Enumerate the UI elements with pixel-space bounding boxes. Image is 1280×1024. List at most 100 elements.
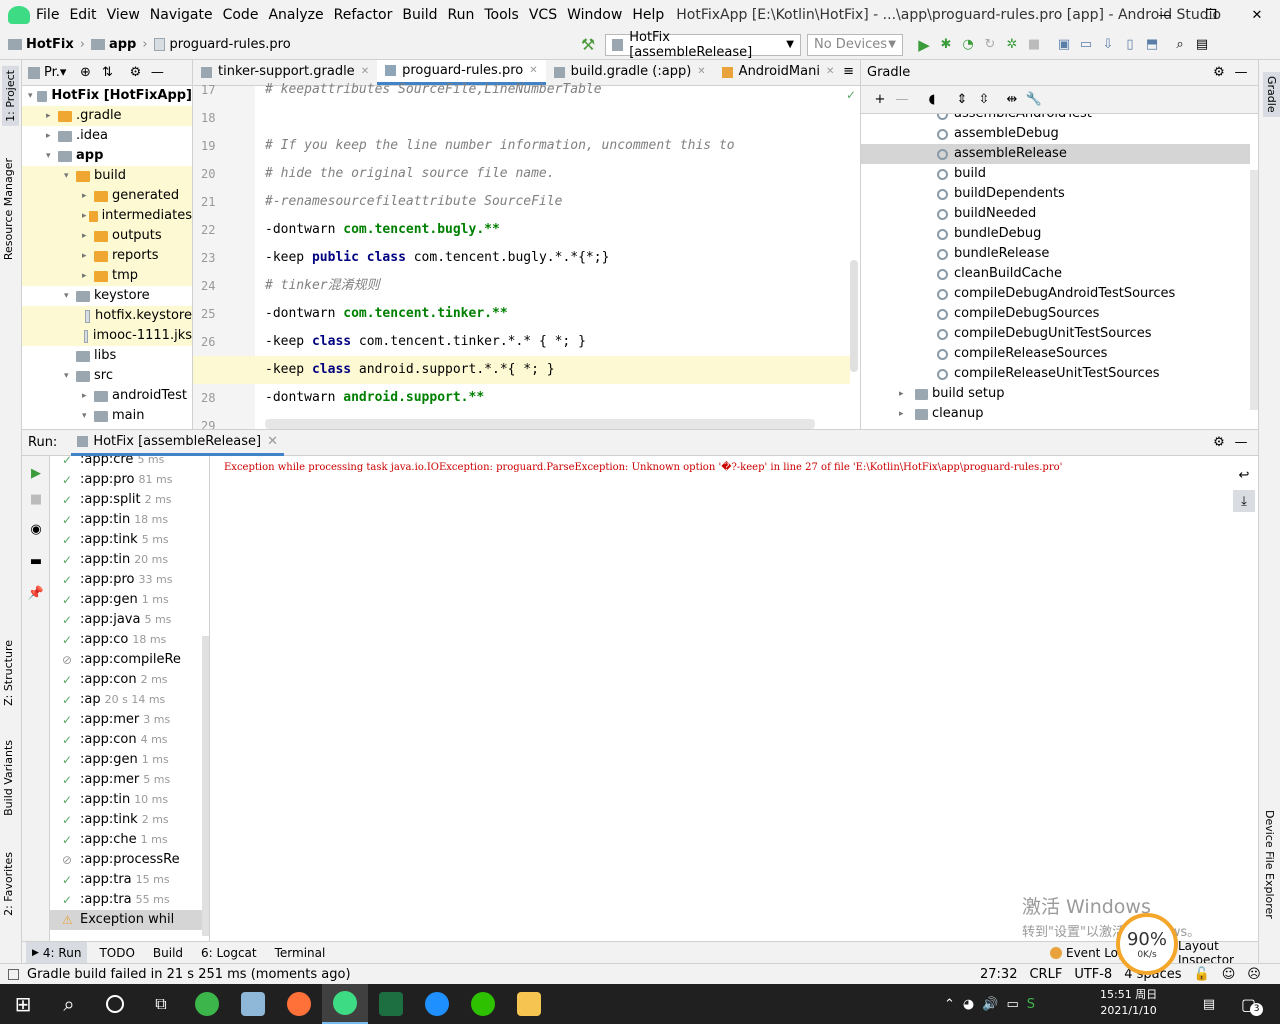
menu-build[interactable]: Build <box>402 7 437 23</box>
gradle-task[interactable]: build <box>861 164 1250 184</box>
hide-icon[interactable]: — <box>146 62 168 84</box>
minimize-button[interactable]: — <box>1142 0 1188 30</box>
gradle-task[interactable]: compileDebugSources <box>861 304 1250 324</box>
scroll-to-end-icon[interactable]: ⤓ <box>1233 490 1255 512</box>
maximize-button[interactable]: ❐ <box>1188 0 1234 30</box>
taskbar-app-android-studio[interactable] <box>322 984 368 1024</box>
build-task-row[interactable]: ✓:app:tin 18 ms <box>50 510 209 530</box>
chevron-up-icon[interactable]: ⌃ <box>944 997 955 1012</box>
chevron-down-icon[interactable]: ▾ <box>82 406 94 426</box>
menu-tools[interactable]: Tools <box>484 7 519 23</box>
build-task-row[interactable]: ✓:app:tink 5 ms <box>50 530 209 550</box>
toggle-offline-icon[interactable]: ⇹ <box>1001 89 1023 111</box>
breadcrumb-file[interactable]: proguard-rules.pro <box>170 37 291 52</box>
tree-item[interactable]: ▸ .idea <box>22 126 192 146</box>
collapse-all-icon[interactable]: ⇳ <box>973 89 995 111</box>
build-task-row[interactable]: ✓:app:con 2 ms <box>50 670 209 690</box>
gear-icon[interactable]: ⚙ <box>1208 62 1230 84</box>
menu-file[interactable]: File <box>36 7 59 23</box>
logcat-toolwindow-button[interactable]: 6: Logcat <box>201 946 257 960</box>
tree-item[interactable]: imooc-1111.jks <box>22 326 192 346</box>
tree-item[interactable]: ▾ HotFix [HotFixApp] <box>22 86 192 106</box>
close-button[interactable]: ✕ <box>1234 0 1280 30</box>
taskbar-app-wechat[interactable] <box>460 984 506 1024</box>
project-tab[interactable]: 1: Project <box>2 66 19 126</box>
tree-item[interactable]: ▾ build <box>22 166 192 186</box>
sync-project-icon[interactable]: ▣ <box>1053 34 1075 56</box>
tree-item[interactable]: ▸ tmp <box>22 266 192 286</box>
frown-icon[interactable]: ☹ <box>1247 967 1261 982</box>
add-icon[interactable]: + <box>869 89 891 111</box>
horizontal-scrollbar[interactable] <box>265 419 815 429</box>
hammer-icon[interactable]: ⚒ <box>577 34 599 56</box>
build-task-row[interactable]: ✓:app:pro 81 ms <box>50 470 209 490</box>
chevron-down-icon[interactable]: ▾ <box>64 366 76 386</box>
locate-file-icon[interactable]: ⊕ <box>74 62 96 84</box>
start-button[interactable]: ⊞ <box>0 984 46 1024</box>
menu-navigate[interactable]: Navigate <box>150 7 213 23</box>
chevron-down-icon[interactable]: ▾ <box>64 166 76 186</box>
network-speed-gauge[interactable]: 90% 0K/s <box>1116 913 1178 975</box>
elephant-icon[interactable]: ◖ <box>921 89 943 111</box>
chevron-down-icon[interactable]: ▾ <box>28 86 37 106</box>
gradle-task[interactable]: bundleRelease <box>861 244 1250 264</box>
collapse-all-icon[interactable]: ⇅ <box>96 62 118 84</box>
build-task-row[interactable]: ✓:app:che 1 ms <box>50 830 209 850</box>
search-icon[interactable]: ⌕ <box>1169 34 1191 56</box>
build-task-row[interactable]: ✓:app:java 5 ms <box>50 610 209 630</box>
todo-toolwindow-button[interactable]: TODO <box>99 946 134 960</box>
device-file-explorer-tab[interactable]: Device File Explorer <box>1263 810 1276 919</box>
gradle-task[interactable]: compileDebugAndroidTestSources <box>861 284 1250 304</box>
menu-edit[interactable]: Edit <box>69 7 96 23</box>
gradle-task[interactable]: buildDependents <box>861 184 1250 204</box>
line-separator[interactable]: CRLF <box>1029 967 1062 982</box>
chevron-right-icon[interactable]: ▸ <box>899 384 915 404</box>
build-task-row[interactable]: ✓:app:gen 1 ms <box>50 590 209 610</box>
build-task-row[interactable]: ✓:app:cre 5 ms <box>50 456 209 470</box>
gradle-task[interactable]: buildNeeded <box>861 204 1250 224</box>
taskbar-app-explorer[interactable] <box>506 984 552 1024</box>
console-output[interactable]: Exception while processing task java.io.… <box>212 456 1230 942</box>
menu-run[interactable]: Run <box>448 7 475 23</box>
menu-window[interactable]: Window <box>567 7 622 23</box>
menu-view[interactable]: View <box>107 7 140 23</box>
code-view[interactable]: # keepattributes SourceFile,LineNumberTa… <box>193 82 850 429</box>
chevron-down-icon[interactable]: ▾ <box>46 146 58 166</box>
apply-changes-icon[interactable]: ↻ <box>979 34 1001 56</box>
build-variants-tab[interactable]: Build Variants <box>2 740 15 816</box>
menu-code[interactable]: Code <box>223 7 259 23</box>
build-task-row[interactable]: ✓:app:mer 3 ms <box>50 710 209 730</box>
chevron-right-icon[interactable]: ▸ <box>82 266 94 286</box>
debug-icon[interactable]: ✱ <box>935 34 957 56</box>
notification-center-button[interactable]: ▢ 3 <box>1232 984 1272 1024</box>
taskbar-app-ie[interactable] <box>414 984 460 1024</box>
tree-item[interactable]: hotfix.keystore <box>22 306 192 326</box>
menu-refactor[interactable]: Refactor <box>334 7 393 23</box>
settings-icon[interactable]: ▤ <box>1191 34 1213 56</box>
lock-icon[interactable]: 🔓 <box>1194 967 1210 982</box>
search-button[interactable]: ⌕ <box>46 984 92 1024</box>
build-task-row[interactable]: ✓:app:con 4 ms <box>50 730 209 750</box>
attach-debugger-icon[interactable]: ✲ <box>1001 34 1023 56</box>
gear-icon[interactable]: ⚙ <box>124 62 146 84</box>
vertical-scrollbar[interactable] <box>1250 170 1258 410</box>
build-task-row[interactable]: ✓:app:pro 33 ms <box>50 570 209 590</box>
chevron-right-icon[interactable]: ▸ <box>82 386 94 406</box>
task-view-button[interactable]: ⧉ <box>138 984 184 1024</box>
run-tab[interactable]: HotFix [assembleRelease] ✕ <box>71 430 284 456</box>
build-task-row[interactable]: ✓:app:split 2 ms <box>50 490 209 510</box>
chevron-down-icon[interactable]: ▾ <box>64 286 76 306</box>
resource-manager-tab[interactable]: Resource Manager <box>2 158 15 260</box>
build-task-row[interactable]: ✓:app:gen 1 ms <box>50 750 209 770</box>
taskbar-app-excel[interactable] <box>368 984 414 1024</box>
gradle-task[interactable]: assembleAndroidTest <box>861 114 1250 124</box>
tree-item[interactable]: ▾ app <box>22 146 192 166</box>
gradle-task[interactable]: assembleRelease <box>861 144 1250 164</box>
structure-tab[interactable]: Z: Structure <box>2 640 15 706</box>
build-task-row[interactable]: ✓:app:tra 55 ms <box>50 890 209 910</box>
build-task-row[interactable]: ⊘:app:compileRe <box>50 650 209 670</box>
tree-item[interactable]: ▾ keystore <box>22 286 192 306</box>
gradle-task[interactable]: compileDebugUnitTestSources <box>861 324 1250 344</box>
taskbar-app-firefox[interactable] <box>276 984 322 1024</box>
clock[interactable]: 15:51 周日 2021/1/10 <box>1100 987 1157 1019</box>
